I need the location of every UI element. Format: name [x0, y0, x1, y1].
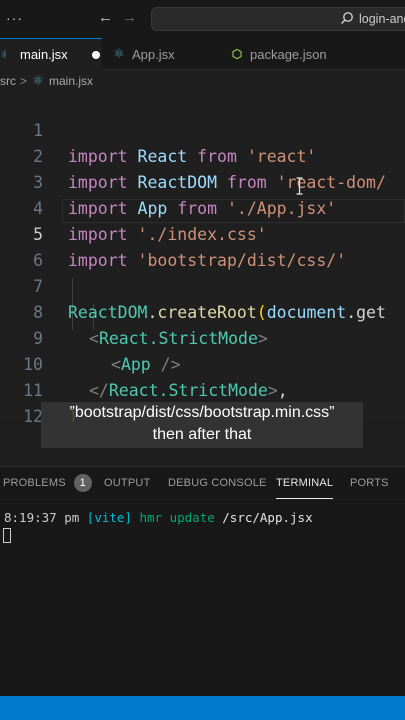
terminal-path: /src/App.jsx [222, 510, 313, 525]
tab-label: DEBUG CONSOLE [168, 477, 267, 489]
json-icon: ⬡ [231, 47, 243, 61]
terminal-cursor [3, 528, 11, 543]
code-line: 8 <React.StrictMode> [0, 274, 405, 348]
text-cursor-icon [296, 177, 303, 195]
code-line: 11 ) [0, 352, 405, 422]
video-caption: ”bootstrap/dist/css/bootstrap.min.css” t… [41, 402, 363, 448]
code-line-current: 5 import 'bootstrap/dist/css/' [0, 196, 405, 270]
caption-line: ”bootstrap/dist/css/bootstrap.min.css” [69, 404, 335, 421]
line-number: 12 [23, 407, 43, 422]
terminal-time: 8:19:37 pm [4, 510, 80, 525]
react-icon: ⚛ [32, 73, 44, 88]
react-icon: ⚛ [0, 47, 6, 62]
search-icon [340, 12, 353, 25]
tab-label: PORTS [350, 477, 389, 489]
terminal[interactable]: 8:19:37 pm [vite] hmr update /src/App.js… [0, 500, 405, 696]
code-line: 6 [0, 222, 405, 270]
problems-count-badge: 1 [73, 474, 92, 492]
react-icon: ⚛ [113, 46, 125, 61]
code-editor[interactable]: 1 import React from 'react' 2 import Rea… [0, 92, 405, 422]
tab-problems[interactable]: PROBLEMS 1 [3, 467, 92, 499]
caption-line: then after that [152, 426, 252, 443]
menu-icon[interactable]: ··· [6, 10, 23, 26]
code-line: 12 [0, 378, 405, 422]
code-line: 7 ReactDOM.createRoot(document.get [0, 248, 405, 322]
breadcrumb: src > ⚛ main.jsx [0, 71, 405, 91]
code-line: 2 import ReactDOM from 'react-dom/ [0, 118, 405, 192]
status-bar [0, 696, 405, 720]
search-text: login-and [359, 12, 405, 26]
tab-ports[interactable]: PORTS [350, 467, 389, 499]
tab-label: TERMINAL [276, 476, 334, 489]
tab-label: PROBLEMS [3, 477, 66, 489]
forward-arrow-icon[interactable]: → [122, 9, 137, 26]
tab-terminal[interactable]: TERMINAL [276, 467, 334, 499]
tab-output[interactable]: OUTPUT [104, 467, 150, 499]
breadcrumb-folder[interactable]: src [0, 74, 16, 88]
tab-label: main.jsx [20, 47, 68, 62]
terminal-output-line: 8:19:37 pm [vite] hmr update /src/App.js… [4, 510, 313, 525]
tab-package-json[interactable]: ⬡ package.json [230, 38, 360, 70]
code-line: 10 </React.StrictMode>, [0, 326, 405, 400]
code-line: 1 import React from 'react' [0, 92, 405, 166]
tab-main-jsx[interactable]: ⚛ main.jsx [0, 38, 102, 70]
unsaved-dot-icon[interactable] [91, 50, 100, 59]
back-arrow-icon[interactable]: ← [98, 9, 113, 26]
panel-tab-bar: PROBLEMS 1 OUTPUT DEBUG CONSOLE TERMINAL… [0, 467, 405, 499]
terminal-message: hmr update [139, 510, 215, 525]
terminal-tag: [vite] [86, 510, 132, 525]
tab-app-jsx[interactable]: ⚛ App.jsx [112, 38, 212, 70]
title-bar: ··· ← → login-and [0, 0, 405, 38]
code-line: 9 <App /> [0, 300, 405, 374]
breadcrumb-file[interactable]: main.jsx [49, 74, 93, 88]
tab-label: OUTPUT [104, 477, 151, 489]
tab-label: App.jsx [132, 46, 175, 62]
tab-debug-console[interactable]: DEBUG CONSOLE [168, 467, 267, 499]
code-line: 3 import App from './App.jsx' [0, 144, 405, 218]
code-line: 4 import './index.css' [0, 170, 405, 244]
editor-tab-bar: ⚛ main.jsx ⚛ App.jsx ⬡ package.json [0, 38, 405, 70]
chevron-right-icon: > [20, 74, 28, 88]
command-center-search[interactable]: login-and [151, 7, 405, 31]
tab-label: package.json [250, 46, 327, 62]
